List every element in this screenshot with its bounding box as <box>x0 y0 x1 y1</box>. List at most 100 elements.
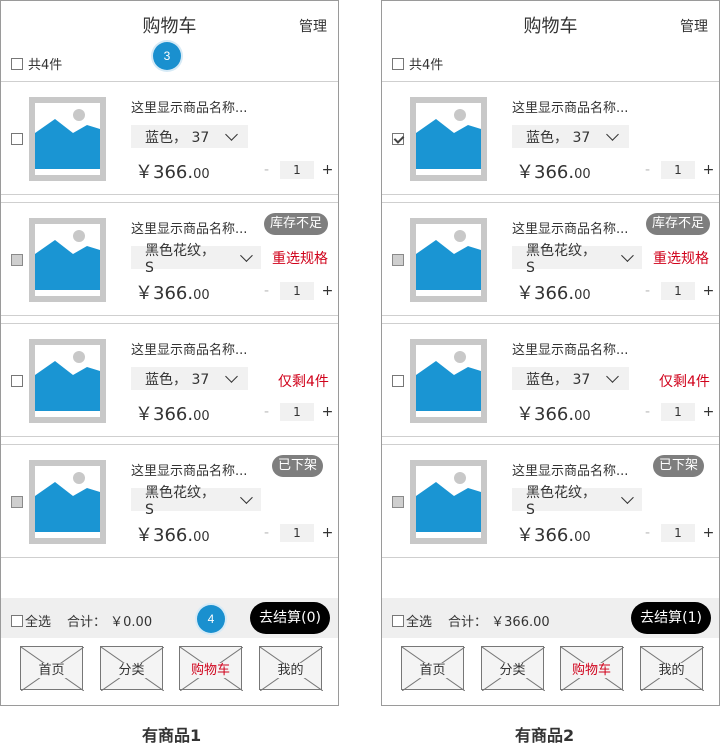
item-checkbox-checked[interactable] <box>392 133 404 145</box>
reselect-spec-link[interactable]: 重选规格 <box>653 248 709 268</box>
decrease-button[interactable]: - <box>259 162 274 178</box>
item-checkbox[interactable] <box>392 375 404 387</box>
price-decimal: 00 <box>574 167 591 182</box>
price-integer: ￥366. <box>516 283 575 304</box>
tab-me[interactable]: 我的 <box>640 646 704 691</box>
manage-button[interactable]: 管理 <box>299 16 327 36</box>
spec-selector[interactable]: 黑色花纹， S <box>512 485 642 518</box>
product-name[interactable]: 这里显示商品名称... <box>512 218 628 237</box>
spec-selector[interactable]: 蓝色， 37 <box>131 367 248 390</box>
spec-selector[interactable]: 蓝色， 37 <box>131 125 248 148</box>
image-placeholder-icon <box>29 339 106 423</box>
page-title: 购物车 <box>142 16 197 37</box>
cart-item[interactable]: 这里显示商品名称... 已下架 黑色花纹， S ￥366.00 - 1 + <box>382 444 719 558</box>
stock-badge: 库存不足 <box>646 213 711 235</box>
checkout-button[interactable]: 去结算(0) <box>250 602 330 634</box>
quantity-field[interactable]: 1 <box>280 161 314 179</box>
quantity-stepper: - 1 + <box>640 403 716 421</box>
spec-selector[interactable]: 黑色花纹， S <box>512 243 642 276</box>
cart-item[interactable]: 这里显示商品名称... 蓝色， 37 ￥366.00 - 1 + <box>382 81 719 195</box>
increase-button[interactable]: + <box>320 162 335 178</box>
select-all-toggle[interactable]: 全选 <box>11 611 51 630</box>
item-checkbox[interactable] <box>11 375 23 387</box>
image-placeholder-icon <box>29 218 106 302</box>
select-all-checkbox[interactable] <box>392 614 404 627</box>
increase-button[interactable]: + <box>701 404 716 420</box>
spec-label: 蓝色， 37 <box>526 371 591 388</box>
quantity-field[interactable]: 1 <box>661 524 695 542</box>
cart-item[interactable]: 这里显示商品名称... 库存不足 黑色花纹， S 重选规格 ￥366.00 - … <box>382 202 719 316</box>
quantity-field[interactable]: 1 <box>280 403 314 421</box>
decrease-button[interactable]: - <box>259 404 274 420</box>
quantity-field[interactable]: 1 <box>280 524 314 542</box>
select-all-checkbox[interactable] <box>11 614 23 627</box>
cart-item[interactable]: 这里显示商品名称... 已下架 黑色花纹， S ￥366.00 - 1 + <box>1 444 338 558</box>
increase-button[interactable]: + <box>320 525 335 541</box>
checkout-button[interactable]: 去结算(1) <box>631 602 711 634</box>
item-checkbox[interactable] <box>11 133 23 145</box>
total-value: ￥366.00 <box>491 615 550 630</box>
product-name[interactable]: 这里显示商品名称... <box>131 339 247 358</box>
annotation-marker-3: 3 <box>153 42 181 70</box>
tab-cart[interactable]: 购物车 <box>179 646 243 691</box>
image-placeholder-icon <box>410 339 487 423</box>
decrease-button[interactable]: - <box>259 283 274 299</box>
select-all-label: 全选 <box>25 615 52 630</box>
cart-item[interactable]: 这里显示商品名称... 库存不足 黑色花纹， S 重选规格 ￥366.00 - … <box>1 202 338 316</box>
product-name[interactable]: 这里显示商品名称... <box>131 97 247 116</box>
quantity-field[interactable]: 1 <box>280 282 314 300</box>
tab-label: 分类 <box>497 663 528 678</box>
decrease-button[interactable]: - <box>640 525 655 541</box>
spec-selector[interactable]: 蓝色， 37 <box>512 125 629 148</box>
product-name[interactable]: 这里显示商品名称... <box>131 460 247 479</box>
cart-item[interactable]: 这里显示商品名称... 蓝色， 37 仅剩4件 ￥366.00 - 1 + <box>382 323 719 437</box>
cart-item[interactable]: 这里显示商品名称... 蓝色， 37 ￥366.00 - 1 + <box>1 81 338 195</box>
decrease-button[interactable]: - <box>640 162 655 178</box>
spec-selector[interactable]: 蓝色， 37 <box>512 367 629 390</box>
spec-selector[interactable]: 黑色花纹， S <box>131 243 261 276</box>
price-integer: ￥366. <box>516 525 575 546</box>
select-all-top-checkbox[interactable] <box>392 57 404 70</box>
chevron-down-icon <box>606 127 620 141</box>
product-name[interactable]: 这里显示商品名称... <box>512 339 628 358</box>
decrease-button[interactable]: - <box>259 525 274 541</box>
tab-home[interactable]: 首页 <box>20 646 84 691</box>
quantity-stepper: - 1 + <box>259 161 335 179</box>
status-badge: 已下架 <box>653 455 705 477</box>
total-value: ￥0.00 <box>110 615 153 630</box>
spec-label: 黑色花纹， S <box>145 484 215 518</box>
tab-category[interactable]: 分类 <box>481 646 545 691</box>
quantity-field[interactable]: 1 <box>661 403 695 421</box>
price-decimal: 00 <box>193 530 210 545</box>
tab-bar: 首页 分类 购物车 我的 <box>1 646 338 691</box>
manage-button[interactable]: 管理 <box>680 16 708 36</box>
select-all-top-checkbox[interactable] <box>11 57 23 70</box>
price-decimal: 00 <box>574 409 591 424</box>
select-all-toggle[interactable]: 全选 <box>392 611 432 630</box>
increase-button[interactable]: + <box>701 283 716 299</box>
price-decimal: 00 <box>193 167 210 182</box>
reselect-spec-link[interactable]: 重选规格 <box>272 248 328 268</box>
decrease-button[interactable]: - <box>640 283 655 299</box>
spec-selector[interactable]: 黑色花纹， S <box>131 485 261 518</box>
increase-button[interactable]: + <box>701 162 716 178</box>
product-name[interactable]: 这里显示商品名称... <box>512 97 628 116</box>
tab-cart[interactable]: 购物车 <box>560 646 624 691</box>
item-checkbox-disabled <box>392 496 404 508</box>
tab-home[interactable]: 首页 <box>401 646 465 691</box>
decrease-button[interactable]: - <box>640 404 655 420</box>
quantity-field[interactable]: 1 <box>661 282 695 300</box>
status-badge: 已下架 <box>272 455 324 477</box>
increase-button[interactable]: + <box>320 283 335 299</box>
cart-item[interactable]: 这里显示商品名称... 蓝色， 37 仅剩4件 ￥366.00 - 1 + <box>1 323 338 437</box>
tab-me[interactable]: 我的 <box>259 646 323 691</box>
increase-button[interactable]: + <box>320 404 335 420</box>
screen-caption-1: 有商品1 <box>142 726 202 744</box>
tab-label: 分类 <box>116 663 147 678</box>
product-name[interactable]: 这里显示商品名称... <box>131 218 247 237</box>
tab-category[interactable]: 分类 <box>100 646 164 691</box>
quantity-stepper: - 1 + <box>640 161 716 179</box>
increase-button[interactable]: + <box>701 525 716 541</box>
quantity-field[interactable]: 1 <box>661 161 695 179</box>
product-name[interactable]: 这里显示商品名称... <box>512 460 628 479</box>
